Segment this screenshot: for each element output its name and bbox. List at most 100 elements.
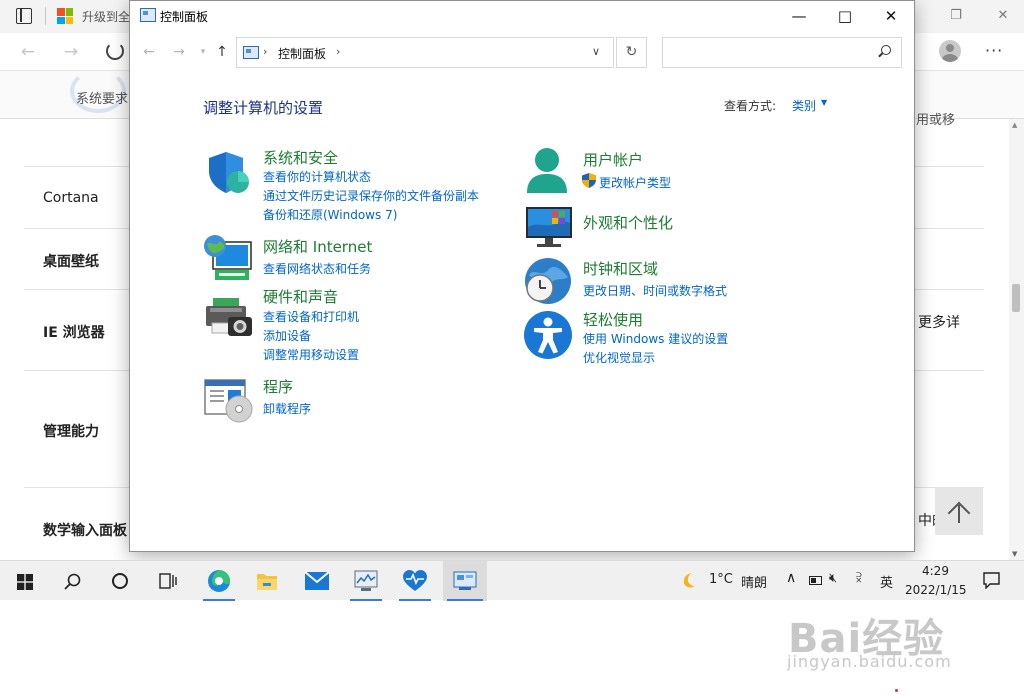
start-button[interactable] — [4, 561, 44, 601]
back-to-top-button[interactable] — [935, 487, 983, 535]
category-title-hardware-sound[interactable]: 硬件和声音 — [263, 286, 338, 307]
breadcrumb-control-panel[interactable]: 控制面板 — [278, 45, 326, 62]
notification-center-button[interactable] — [973, 561, 1009, 601]
mail-icon — [305, 572, 329, 590]
link-devices-printers[interactable]: 查看设备和打印机 — [263, 308, 359, 325]
browser-close-icon[interactable]: ✕ — [992, 6, 1014, 26]
row-label-management: 管理能力 — [43, 424, 99, 440]
printer-camera-icon[interactable] — [204, 295, 254, 343]
forward-button[interactable]: → — [170, 44, 188, 60]
link-uninstall-program[interactable]: 卸载程序 — [263, 400, 311, 417]
browser-forward-icon[interactable]: → — [61, 42, 81, 62]
program-disc-icon[interactable] — [204, 378, 254, 428]
browser-tab-title[interactable]: 升级到全 — [82, 8, 130, 25]
category-title-ease-of-access[interactable]: 轻松使用 — [583, 309, 643, 330]
search-button[interactable] — [52, 561, 92, 601]
scrollbar-thumb[interactable] — [1012, 284, 1020, 312]
clock-time[interactable]: 4:29 — [922, 564, 949, 578]
browser-more-icon[interactable]: ··· — [985, 41, 1003, 60]
tab-actions-icon[interactable] — [16, 8, 32, 24]
chevron-down-icon[interactable]: ▼ — [821, 98, 827, 107]
weather-widget[interactable] — [678, 561, 700, 601]
control-panel-icon — [453, 571, 477, 590]
category-title-programs[interactable]: 程序 — [263, 376, 293, 397]
back-button[interactable]: ← — [140, 44, 158, 60]
page-scrollbar[interactable]: ▲ ▼ — [1009, 119, 1024, 560]
row-right-text: 更多详 — [918, 315, 960, 331]
link-windows-suggested-settings[interactable]: 使用 Windows 建议的设置 — [583, 330, 728, 347]
taskbar-edge[interactable] — [199, 561, 239, 601]
view-mode-dropdown[interactable]: 类别 — [792, 97, 816, 114]
link-date-time-format[interactable]: 更改日期、时间或数字格式 — [583, 282, 727, 299]
scroll-up-icon[interactable]: ▲ — [1012, 121, 1017, 129]
address-dropdown-icon[interactable]: ∨ — [592, 45, 600, 58]
link-view-computer-status[interactable]: 查看你的计算机状态 — [263, 168, 371, 185]
wifi-icon[interactable]: ⫂ — [856, 571, 862, 586]
search-icon[interactable] — [881, 45, 891, 55]
taskbar-running-indicator — [203, 599, 235, 601]
control-panel-window: 控制面板 — □ ✕ ← → ▾ ↑ › 控制面板 › ∨ ↻ 调整计算机的设置 — [129, 0, 915, 552]
shield-icon[interactable] — [205, 149, 251, 199]
search-input[interactable] — [669, 43, 869, 62]
clock-globe-icon[interactable] — [523, 257, 573, 311]
taskbar-running-indicator — [447, 599, 483, 601]
minimize-button[interactable]: — — [776, 1, 822, 32]
address-bar[interactable]: › 控制面板 › ∨ — [236, 37, 614, 68]
window-titlebar[interactable]: 控制面板 — □ ✕ — [130, 1, 914, 32]
notification-icon — [983, 572, 1000, 589]
link-add-device[interactable]: 添加设备 — [263, 327, 311, 344]
browser-reload-icon[interactable] — [106, 42, 124, 60]
input-method-indicator[interactable]: 英 — [880, 572, 893, 591]
chevron-up-icon[interactable]: ∧ — [786, 570, 796, 586]
taskbar-mail[interactable] — [297, 561, 337, 601]
battery-icon[interactable] — [806, 561, 826, 601]
taskbar-running-indicator — [399, 599, 431, 601]
heart-pulse-icon — [403, 570, 427, 591]
weather-condition[interactable]: 晴朗 — [741, 572, 767, 591]
profile-avatar[interactable] — [939, 40, 961, 62]
scroll-down-icon[interactable]: ▼ — [1012, 550, 1017, 558]
task-view-button[interactable] — [148, 561, 188, 601]
resource-monitor-icon — [354, 570, 378, 591]
accessibility-icon[interactable] — [523, 310, 573, 364]
link-file-history[interactable]: 通过文件历史记录保存你的文件备份副本 — [263, 187, 479, 204]
refresh-button[interactable]: ↻ — [616, 37, 647, 68]
up-button[interactable]: ↑ — [213, 44, 231, 60]
link-backup-restore[interactable]: 备份和还原(Windows 7) — [263, 206, 397, 223]
search-box[interactable] — [662, 37, 902, 68]
category-title-system-security[interactable]: 系统和安全 — [263, 147, 338, 168]
breadcrumb-chevron-icon[interactable]: › — [263, 45, 267, 58]
category-title-network-internet[interactable]: 网络和 Internet — [263, 236, 372, 257]
taskbar-health-app[interactable] — [395, 561, 435, 601]
browser-back-icon[interactable]: ← — [18, 42, 38, 62]
category-title-appearance[interactable]: 外观和个性化 — [583, 212, 673, 233]
close-button[interactable]: ✕ — [868, 1, 914, 32]
task-view-icon — [159, 573, 177, 589]
recent-locations-icon[interactable]: ▾ — [194, 47, 212, 57]
link-mobility-settings[interactable]: 调整常用移动设置 — [263, 346, 359, 363]
tab-separator — [45, 7, 46, 25]
breadcrumb-chevron-icon[interactable]: › — [336, 45, 340, 58]
taskbar-control-panel-active[interactable] — [443, 561, 487, 601]
moon-icon — [683, 573, 695, 588]
maximize-button[interactable]: □ — [822, 1, 868, 32]
link-network-status[interactable]: 查看网络状态和任务 — [263, 260, 371, 277]
category-title-user-accounts[interactable]: 用户帐户 — [583, 149, 643, 170]
link-optimize-visual-display[interactable]: 优化视觉显示 — [583, 349, 655, 366]
windows-logo-favicon-icon — [57, 8, 73, 24]
cortana-button[interactable] — [100, 561, 140, 601]
network-globe-icon[interactable] — [203, 234, 253, 286]
clock-date[interactable]: 2022/1/15 — [905, 583, 967, 597]
weather-temperature[interactable]: 1°C — [709, 572, 733, 587]
monitor-icon[interactable] — [525, 205, 573, 253]
taskbar-file-explorer[interactable] — [247, 561, 287, 601]
page-heading: 调整计算机的设置 — [203, 99, 324, 117]
cortana-circle-icon — [112, 573, 128, 589]
category-title-clock-region[interactable]: 时钟和区域 — [583, 258, 658, 279]
link-change-account-type[interactable]: 更改帐户类型 — [599, 174, 671, 191]
browser-restore-icon[interactable]: ❐ — [945, 6, 967, 26]
user-icon[interactable] — [525, 147, 569, 201]
taskbar-monitor-app[interactable] — [346, 561, 386, 601]
windows-start-icon — [17, 574, 33, 590]
volume-muted-icon[interactable]: 🔇︎ — [829, 571, 837, 586]
